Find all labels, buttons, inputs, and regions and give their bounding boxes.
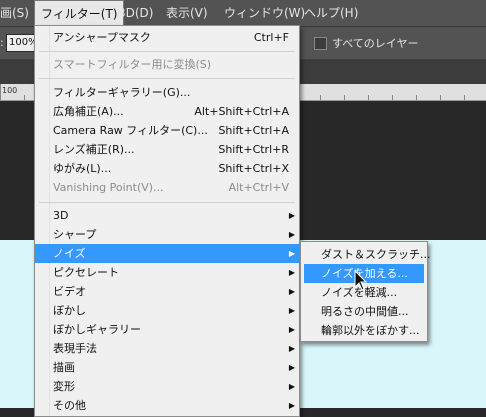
filter-menu: アンシャープマスク Ctrl+F スマートフィルター用に変換(S) フィルターギ… <box>34 25 300 417</box>
submenu-item-label: 明るさの中間値... <box>321 305 409 318</box>
menu-item-label: ぼかし <box>53 304 86 317</box>
menu-item-label: 変形 <box>53 380 75 393</box>
submenu-arrow-icon: ▶ <box>288 344 295 353</box>
menu-item-shortcut: Shift+Ctrl+A <box>218 124 289 137</box>
submenu-arrow-icon: ▶ <box>288 382 295 391</box>
menu-image[interactable]: 画(S) <box>0 0 35 26</box>
menu-item-label: Camera Raw フィルター(C)... <box>53 124 208 137</box>
submenu-arrow-icon: ▶ <box>288 325 295 334</box>
submenu-item-despeckle[interactable]: 輪郭以外をぼかす... <box>304 321 424 340</box>
menu-item-label: ぼかしギャラリー <box>53 323 141 336</box>
menu-item-shortcut: Alt+Ctrl+V <box>228 181 289 194</box>
menu-item-noise[interactable]: ノイズ ▶ <box>35 244 299 263</box>
ruler-mark: 100 <box>2 86 18 95</box>
submenu-arrow-icon: ▶ <box>288 306 295 315</box>
menu-item-stylize[interactable]: 表現手法 ▶ <box>35 339 299 358</box>
menu-item-3d[interactable]: 3D ▶ <box>35 206 299 225</box>
menu-item-label: ゆがみ(L)... <box>53 162 112 175</box>
menu-item-label: ノイズ <box>53 247 86 260</box>
menu-item-last-filter[interactable]: アンシャープマスク Ctrl+F <box>35 28 299 47</box>
menu-filter[interactable]: フィルター(T) <box>34 0 125 26</box>
options-label: : <box>0 36 4 49</box>
menu-item-video[interactable]: ビデオ ▶ <box>35 282 299 301</box>
submenu-arrow-icon: ▶ <box>288 401 295 410</box>
submenu-item-label: ダスト＆スクラッチ... <box>321 248 431 261</box>
submenu-arrow-icon: ▶ <box>288 363 295 372</box>
menu-help[interactable]: ヘルプ(H) <box>298 0 364 26</box>
menu-item-lens-correction[interactable]: レンズ補正(R)... Shift+Ctrl+R <box>35 140 299 159</box>
menu-item-label: スマートフィルター用に変換(S) <box>53 58 212 71</box>
submenu-arrow-icon: ▶ <box>288 268 295 277</box>
menu-item-shortcut: Alt+Shift+Ctrl+A <box>194 105 289 118</box>
menu-item-label: 広角補正(A)... <box>53 105 124 118</box>
menu-item-vanishing-point: Vanishing Point(V)... Alt+Ctrl+V <box>35 178 299 197</box>
mouse-pointer-icon <box>354 270 368 291</box>
menu-item-label: ビデオ <box>53 285 86 298</box>
menu-item-label: アンシャープマスク <box>53 31 151 44</box>
menu-item-blur[interactable]: ぼかし ▶ <box>35 301 299 320</box>
submenu-item-median[interactable]: 明るさの中間値... <box>304 302 424 321</box>
menu-item-label: Vanishing Point(V)... <box>53 181 164 194</box>
menu-separator <box>39 78 295 79</box>
menu-view[interactable]: 表示(V) <box>160 0 214 26</box>
menu-item-liquify[interactable]: ゆがみ(L)... Shift+Ctrl+X <box>35 159 299 178</box>
menu-item-shortcut: Shift+Ctrl+R <box>218 143 289 156</box>
menu-item-shortcut: Shift+Ctrl+X <box>218 162 289 175</box>
menu-item-label: レンズ補正(R)... <box>53 143 135 156</box>
submenu-arrow-icon: ▶ <box>288 287 295 296</box>
menu-item-blur-gallery[interactable]: ぼかしギャラリー ▶ <box>35 320 299 339</box>
submenu-arrow-icon: ▶ <box>288 249 295 258</box>
submenu-item-label: 輪郭以外をぼかす... <box>321 324 420 337</box>
menu-item-label: シャープ <box>53 228 97 241</box>
menu-separator <box>39 51 295 52</box>
zoom-field[interactable]: 100% <box>6 34 38 52</box>
menu-item-label: 3D <box>53 209 69 222</box>
submenu-arrow-icon: ▶ <box>288 230 295 239</box>
menu-3d[interactable]: 3D(D) <box>112 0 159 26</box>
sample-all-layers-label: すべてのレイヤー <box>332 37 419 50</box>
menubar: 画(S) フィルター(T) 3D(D) 表示(V) ウィンドウ(W) ヘルプ(H… <box>0 0 486 27</box>
menu-item-camera-raw[interactable]: Camera Raw フィルター(C)... Shift+Ctrl+A <box>35 121 299 140</box>
menu-item-adaptive-wide-angle[interactable]: 広角補正(A)... Alt+Shift+Ctrl+A <box>35 102 299 121</box>
submenu-item-dust-scratches[interactable]: ダスト＆スクラッチ... <box>304 245 431 264</box>
menu-separator <box>39 202 295 203</box>
menu-item-pixelate[interactable]: ピクセレート ▶ <box>35 263 299 282</box>
menu-item-label: 描画 <box>53 361 75 374</box>
menu-item-label: フィルターギャラリー(G)... <box>53 86 191 99</box>
menu-item-label: 表現手法 <box>53 342 97 355</box>
submenu-arrow-icon: ▶ <box>288 211 295 220</box>
menu-item-distort[interactable]: 変形 ▶ <box>35 377 299 396</box>
sample-all-layers-checkbox[interactable] <box>314 37 327 50</box>
menu-item-label: その他 <box>53 399 86 412</box>
menu-item-filter-gallery[interactable]: フィルターギャラリー(G)... <box>35 83 299 102</box>
menu-item-shortcut: Ctrl+F <box>253 31 289 44</box>
menu-item-other[interactable]: その他 ▶ <box>35 396 299 415</box>
menu-item-convert-smart-filter: スマートフィルター用に変換(S) <box>35 55 299 74</box>
menu-item-label: ピクセレート <box>53 266 119 279</box>
menu-item-sharpen[interactable]: シャープ ▶ <box>35 225 299 244</box>
menu-item-render[interactable]: 描画 ▶ <box>35 358 299 377</box>
